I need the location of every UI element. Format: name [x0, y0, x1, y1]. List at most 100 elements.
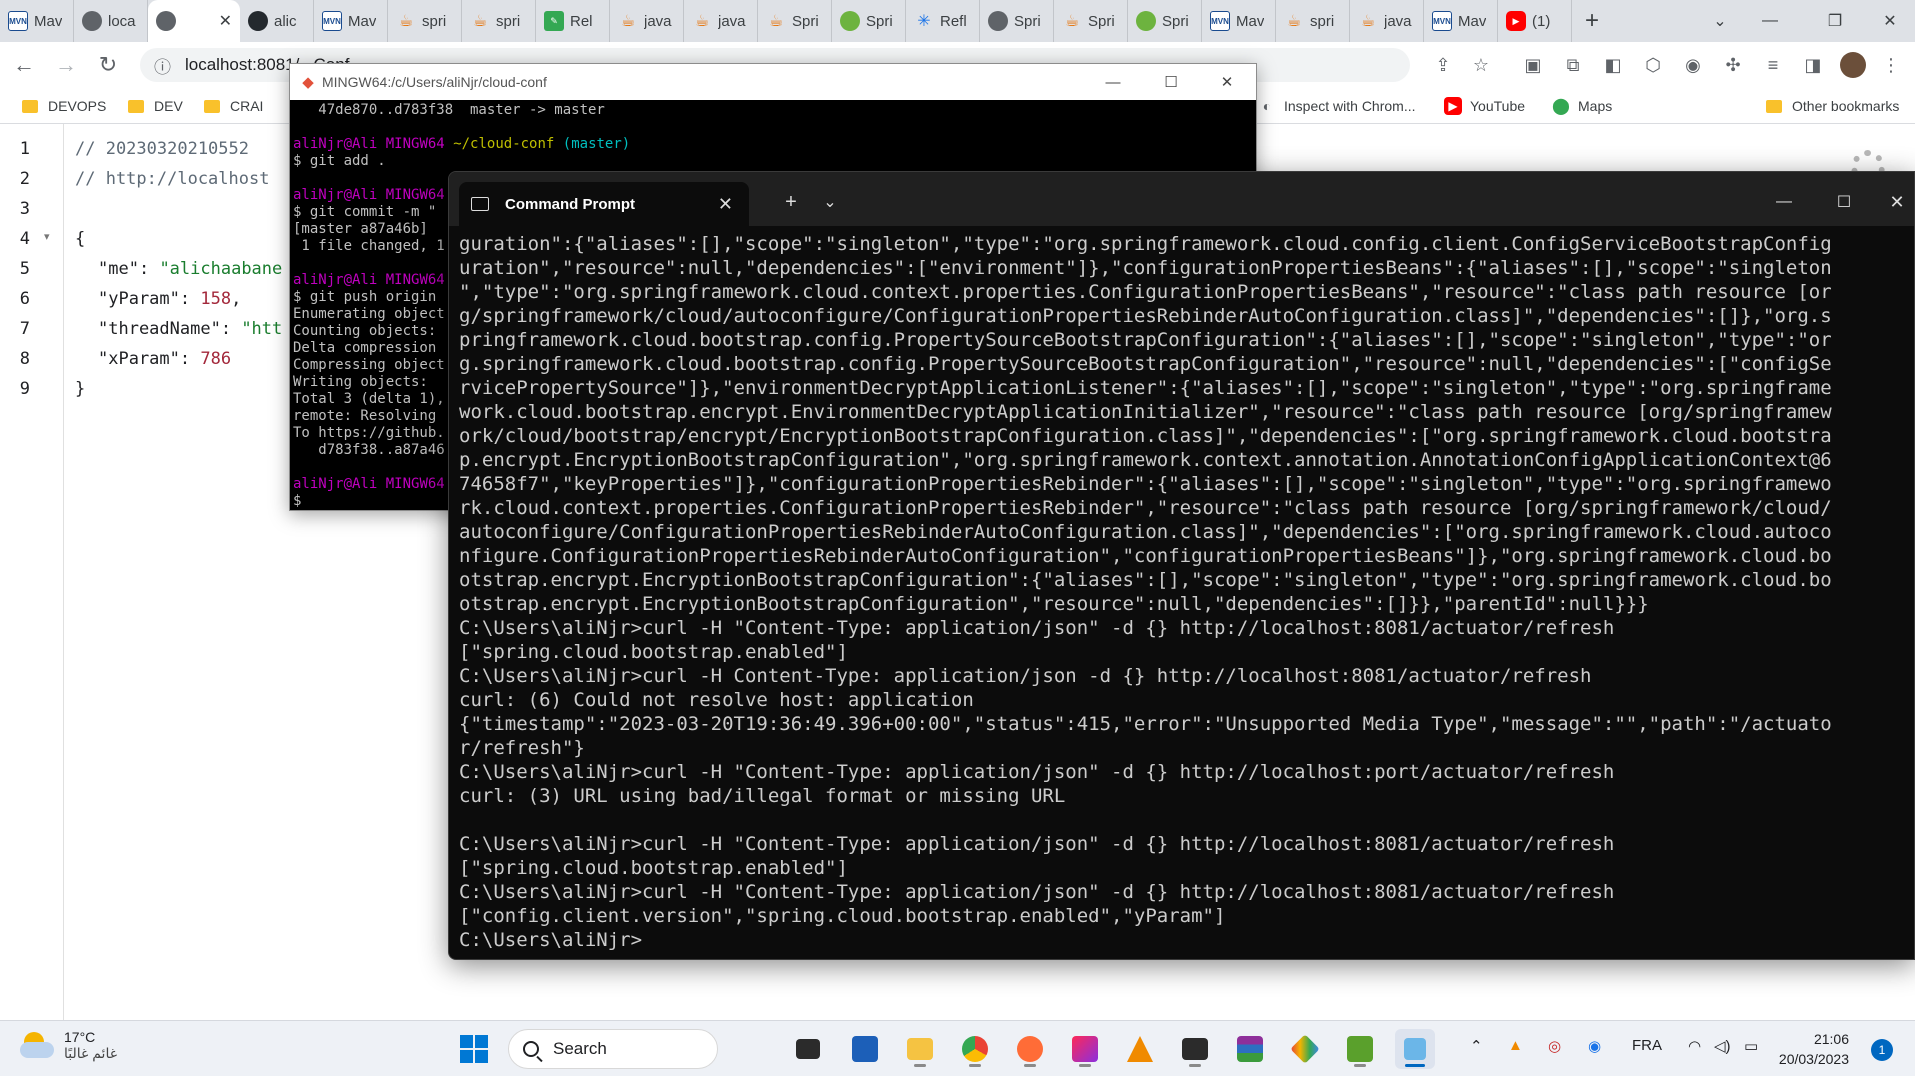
mvn-favicon-icon: MVN: [1210, 11, 1230, 31]
command-prompt-titlebar[interactable]: Command Prompt ✕ + ⌄ — ☐ ✕: [449, 172, 1914, 226]
share-icon[interactable]: ⇪: [1428, 50, 1458, 80]
taskbar-chart-app[interactable]: [1340, 1029, 1380, 1069]
tray-overflow-chevron-icon[interactable]: ⌃: [1470, 1037, 1483, 1055]
browser-tab[interactable]: loca: [74, 0, 148, 42]
bookmark-youtube[interactable]: ▶ YouTube: [1444, 94, 1525, 118]
git-bash-maximize-button[interactable]: ☐: [1142, 64, 1200, 100]
browser-tab[interactable]: MVN Mav: [314, 0, 388, 42]
git-bash-minimize-button[interactable]: —: [1084, 64, 1142, 100]
language-indicator[interactable]: FRA: [1632, 1037, 1662, 1054]
browser-tab[interactable]: ✎ Rel: [536, 0, 610, 42]
browser-tab[interactable]: MVN Mav: [0, 0, 74, 42]
terminal-output-line: curl: (3) URL using bad/illegal format o…: [459, 785, 1066, 807]
taskbar-postman[interactable]: [1010, 1029, 1050, 1069]
terminal-minimize-button[interactable]: —: [1759, 182, 1809, 222]
close-tab-icon[interactable]: ✕: [718, 194, 733, 215]
taskbar-search[interactable]: Search: [508, 1029, 718, 1069]
terminal-output-line: ["spring.cloud.bootstrap.enabled"]: [459, 641, 848, 663]
start-button[interactable]: [454, 1029, 494, 1069]
browser-tab[interactable]: Spri: [980, 0, 1054, 42]
battery-icon[interactable]: ▭: [1744, 1037, 1758, 1055]
bookmark-folder-dev[interactable]: DEV: [128, 94, 183, 118]
java-favicon-icon: ☕: [1286, 13, 1302, 30]
reload-icon[interactable]: ↻: [90, 47, 126, 83]
tray-app-icon[interactable]: ◎: [1548, 1037, 1561, 1055]
taskbar-chrome[interactable]: [955, 1029, 995, 1069]
browser-tab[interactable]: ☕ java: [684, 0, 758, 42]
json-value: 158: [200, 289, 232, 309]
browser-tab[interactable]: ☕ spri: [388, 0, 462, 42]
browser-tab[interactable]: MVN Mav: [1202, 0, 1276, 42]
notification-badge[interactable]: 1: [1871, 1039, 1893, 1061]
git-bash-titlebar[interactable]: ◆ MINGW64:/c/Users/aliNjr/cloud-conf — ☐…: [290, 64, 1256, 100]
tab-search-button[interactable]: ⌄: [1695, 0, 1745, 42]
taskbar-task-view[interactable]: [788, 1029, 828, 1069]
taskbar-app-store[interactable]: [845, 1029, 885, 1069]
taskbar-git-bash[interactable]: [1395, 1029, 1435, 1069]
browser-tab[interactable]: MVN Mav: [1424, 0, 1498, 42]
puzzle-icon[interactable]: ✣: [1718, 50, 1748, 80]
taskbar-winrar[interactable]: [1230, 1029, 1270, 1069]
bookmark-folder-other[interactable]: Other bookmarks: [1766, 94, 1899, 118]
bookmark-folder-crai[interactable]: CRAI: [204, 94, 263, 118]
chevron-down-icon[interactable]: ⌄: [815, 182, 845, 222]
menu-dots-icon[interactable]: ⋮: [1876, 50, 1906, 80]
taskbar-file-explorer[interactable]: [900, 1029, 940, 1069]
site-info-icon[interactable]: ⓘ: [154, 53, 171, 78]
browser-tab[interactable]: ☕ spri: [1276, 0, 1350, 42]
reading-list-icon[interactable]: ≡: [1758, 50, 1788, 80]
terminal-maximize-button[interactable]: ☐: [1819, 182, 1869, 222]
forward-arrow-icon[interactable]: →: [48, 47, 84, 83]
terminal-output-line: C:\Users\aliNjr>curl -H "Content-Type: a…: [459, 881, 1615, 903]
adblock-icon[interactable]: ⬡: [1638, 50, 1668, 80]
browser-tab[interactable]: ☕ Spri: [1054, 0, 1128, 42]
browser-tab[interactable]: Spri: [1128, 0, 1202, 42]
console-icon: [471, 197, 489, 211]
terminal-close-button[interactable]: ✕: [1875, 182, 1914, 222]
git-bash-close-button[interactable]: ✕: [1198, 64, 1256, 100]
taskbar-terminal[interactable]: [1175, 1029, 1215, 1069]
browser-tab[interactable]: ☕ java: [610, 0, 684, 42]
browser-tab[interactable]: ☕ spri: [462, 0, 536, 42]
avatar[interactable]: [1838, 50, 1868, 80]
tab-command-prompt[interactable]: Command Prompt ✕: [459, 182, 749, 226]
browser-tab[interactable]: ▶ (1): [1498, 0, 1572, 42]
terminal-output-line: 74658f7","keyProperties"]},"configuratio…: [459, 473, 1832, 495]
fold-toggle-icon[interactable]: ▾: [44, 230, 50, 243]
weather-widget[interactable]: 17°C غائم غالبًا: [20, 1029, 117, 1062]
command-prompt-window[interactable]: Command Prompt ✕ + ⌄ — ☐ ✕ guration":{"a…: [448, 171, 1915, 960]
browser-tab[interactable]: alic: [240, 0, 314, 42]
new-tab-button[interactable]: +: [1572, 0, 1612, 42]
back-arrow-icon[interactable]: ←: [6, 47, 42, 83]
tab-list: MVN Mav loca ✕ alic MVN Mav ☕ spri ☕ spri ✎ Rel ☕ java…: [0, 0, 1572, 42]
command-prompt-output[interactable]: guration":{"aliases":[],"scope":"singlet…: [459, 232, 1907, 952]
extension-icon[interactable]: ◧: [1598, 50, 1628, 80]
close-tab-icon[interactable]: ✕: [219, 11, 232, 31]
taskbar-vlc[interactable]: [1120, 1029, 1160, 1069]
volume-icon[interactable]: ◁): [1714, 1037, 1731, 1055]
browser-tab[interactable]: Spri: [832, 0, 906, 42]
new-tab-plus-icon[interactable]: +: [773, 182, 809, 222]
browser-minimize-button[interactable]: —: [1745, 0, 1795, 42]
extension-icon[interactable]: ▣: [1518, 50, 1548, 80]
taskbar-clock[interactable]: 21:06 20/03/2023: [1779, 1029, 1849, 1069]
browser-tab[interactable]: ☕ Spri: [758, 0, 832, 42]
side-panel-icon[interactable]: ◨: [1798, 50, 1828, 80]
extension-icon[interactable]: ⧉: [1558, 50, 1588, 80]
browser-maximize-button[interactable]: ❐: [1810, 0, 1860, 42]
browser-tab[interactable]: ✕: [148, 0, 240, 42]
browser-tab[interactable]: ✳ Refl: [906, 0, 980, 42]
bookmark-inspect[interactable]: ◐ Inspect with Chrom...: [1258, 94, 1416, 118]
bookmark-maps[interactable]: ⬤ Maps: [1552, 94, 1612, 118]
tray-network-app-icon[interactable]: ◉: [1588, 1037, 1601, 1055]
browser-close-button[interactable]: ✕: [1865, 0, 1915, 42]
rel-favicon-icon: ✎: [544, 11, 564, 31]
extension-icon[interactable]: ◉: [1678, 50, 1708, 80]
wifi-icon[interactable]: ◠: [1688, 1037, 1701, 1055]
taskbar-app[interactable]: [1285, 1029, 1325, 1069]
browser-tab[interactable]: ☕ java: [1350, 0, 1424, 42]
taskbar-intellij[interactable]: [1065, 1029, 1105, 1069]
bookmark-folder-devops[interactable]: DEVOPS: [22, 94, 106, 118]
tray-vlc-icon[interactable]: ▲: [1508, 1037, 1523, 1054]
bookmark-star-icon[interactable]: ☆: [1466, 50, 1496, 80]
